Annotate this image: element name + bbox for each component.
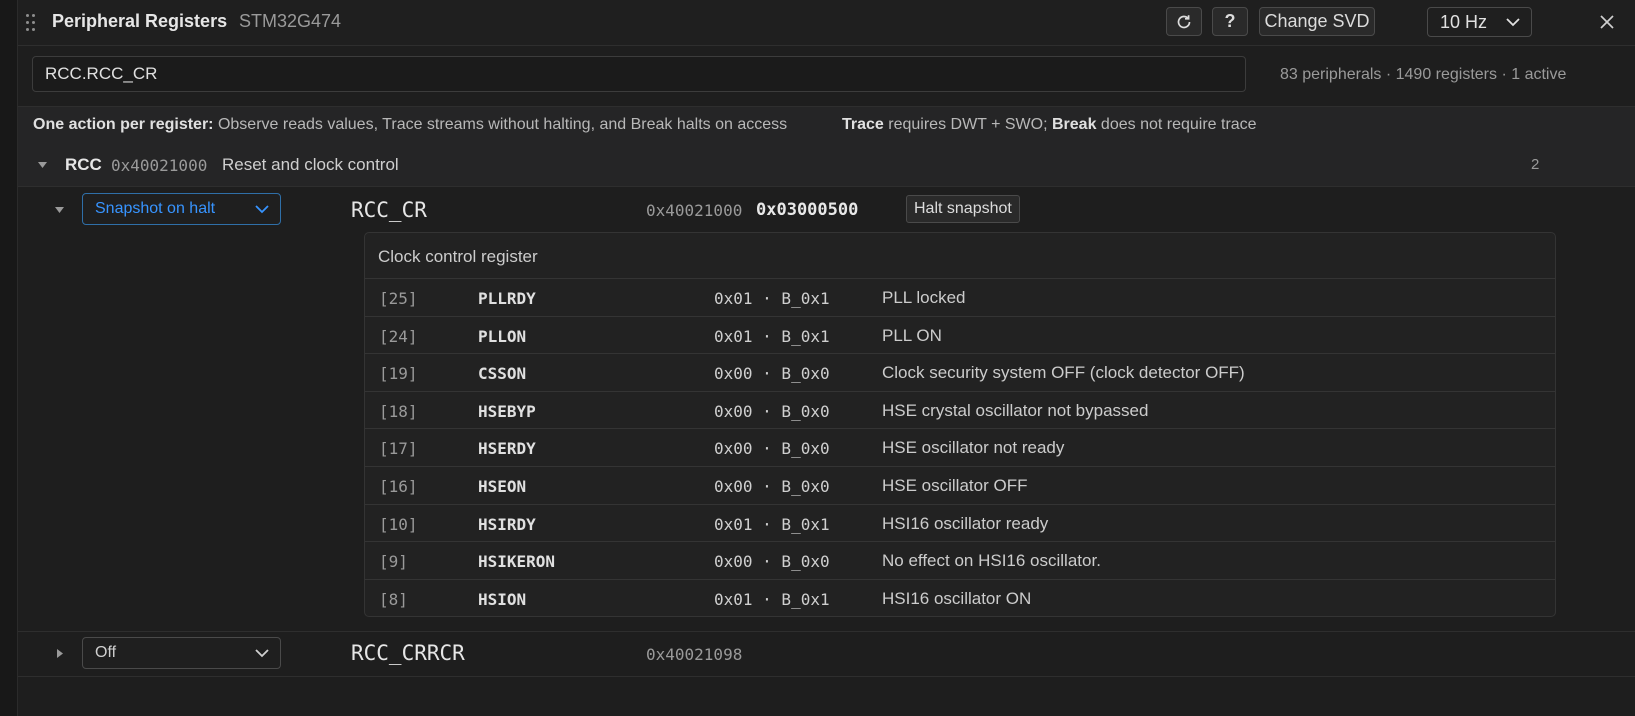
field-description: No effect on HSI16 oscillator.: [882, 551, 1101, 571]
field-name: PLLRDY: [478, 289, 536, 308]
field-bits: [10]: [379, 514, 418, 534]
field-row: [19] CSSON 0x00 · B_0x0 Clock security syst…: [365, 353, 1555, 391]
field-row: [25] PLLRDY 0x01 · B_0x1 PLL locked: [365, 278, 1555, 316]
left-activity-strip: [0, 0, 18, 716]
field-description: HSE oscillator not ready: [882, 438, 1065, 458]
caret-down-icon[interactable]: [38, 161, 47, 169]
field-name: HSERDY: [478, 439, 536, 459]
help-button[interactable]: ?: [1212, 7, 1248, 36]
device-name: STM32G474: [239, 11, 342, 31]
field-name: HSEON: [478, 477, 527, 496]
field-value: 0x01 · B_0x1: [714, 326, 830, 346]
field-row: [9] HSIKERON 0x00 · B_0x0 No effect on HSI1…: [365, 541, 1555, 579]
field-name: HSIKERON: [478, 552, 556, 572]
chevron-down-icon: [255, 205, 269, 214]
field-value: 0x00 · B_0x0: [714, 364, 830, 384]
field-description: HSI16 oscillator ON: [882, 588, 1032, 608]
field-row: [16] HSEON 0x00 · B_0x0 HSE oscillator OFF: [365, 466, 1555, 504]
field-bits: [18]: [379, 401, 418, 421]
register-address: 0x40021098: [646, 645, 743, 664]
field-value: 0x00 · B_0x0: [714, 401, 830, 421]
field-name: HSEBYP: [478, 401, 536, 421]
field-value: 0x01 · B_0x1: [714, 289, 830, 308]
field-row: [17] HSERDY 0x00 · B_0x0 HSE oscillator not…: [365, 428, 1555, 466]
field-value: 0x01 · B_0x1: [714, 589, 830, 609]
register-mode-select[interactable]: Off: [82, 637, 281, 669]
register-mode-value: Snapshot on halt: [95, 200, 216, 217]
field-bits: [9]: [379, 552, 408, 572]
field-row: [24] PLLON 0x01 · B_0x1 PLL ON: [365, 315, 1555, 354]
peripheral-name: RCC: [65, 155, 102, 174]
field-value: 0x00 · B_0x0: [714, 477, 830, 496]
field-name: HSIRDY: [478, 514, 536, 534]
register-value: 0x03000500: [756, 200, 859, 220]
field-bits: [16]: [379, 477, 418, 496]
register-row-rcc-crrcr: Off RCC_CRRCR 0x40021098: [18, 632, 1635, 676]
refresh-icon: [1177, 14, 1191, 28]
register-stats: 83 peripherals · 1490 registers · 1 acti…: [1280, 66, 1567, 83]
field-bits: [17]: [379, 439, 418, 459]
chevron-down-icon: [255, 649, 269, 658]
field-description: HSE oscillator OFF: [882, 476, 1028, 495]
register-search-input[interactable]: RCC.RCC_CR: [32, 56, 1246, 92]
field-name: CSSON: [478, 364, 527, 384]
info-bar: One action per register: Observe reads v…: [18, 106, 1635, 144]
field-bits: [24]: [379, 326, 418, 346]
drag-handle-icon[interactable]: [25, 12, 37, 32]
register-name: RCC_CR: [351, 198, 427, 222]
field-description: Clock security system OFF (clock detecto…: [882, 363, 1245, 383]
caret-down-icon[interactable]: [55, 206, 64, 214]
field-name: PLLON: [478, 326, 527, 346]
field-bits: [25]: [379, 289, 418, 308]
field-row: [18] HSEBYP 0x00 · B_0x0 HSE crystal oscill…: [365, 390, 1555, 429]
field-name: HSION: [478, 589, 527, 609]
field-bits: [8]: [379, 589, 408, 609]
poll-rate-select[interactable]: 10 Hz: [1427, 7, 1532, 37]
field-description: PLL ON: [882, 325, 942, 345]
trace-hint: Trace requires DWT + SWO; Break does not…: [842, 116, 1257, 133]
caret-right-icon[interactable]: [56, 649, 64, 658]
panel-header: Peripheral Registers STM32G474 ? Change …: [18, 0, 1635, 46]
field-value: 0x01 · B_0x1: [714, 514, 830, 534]
peripheral-registers-panel: Peripheral Registers STM32G474 ? Change …: [18, 0, 1635, 716]
field-row: [8] HSION 0x01 · B_0x1 HSI16 oscillator ON: [365, 578, 1555, 617]
halt-snapshot-badge: Halt snapshot: [906, 195, 1020, 223]
field-description: PLL locked: [882, 288, 966, 307]
chevron-down-icon: [1506, 18, 1520, 27]
register-description: Clock control register: [378, 247, 538, 266]
peripheral-address: 0x40021000: [111, 156, 208, 175]
register-mode-select[interactable]: Snapshot on halt: [82, 193, 281, 225]
refresh-button[interactable]: [1166, 7, 1202, 36]
field-value: 0x00 · B_0x0: [714, 439, 830, 459]
register-address: 0x40021000: [646, 201, 743, 220]
register-mode-value: Off: [95, 644, 117, 661]
field-description: HSE crystal oscillator not bypassed: [882, 400, 1149, 420]
field-row: [10] HSIRDY 0x01 · B_0x1 HSI16 oscillator r…: [365, 503, 1555, 542]
panel-title: Peripheral Registers: [52, 11, 228, 31]
search-value: RCC.RCC_CR: [45, 64, 158, 83]
peripheral-row-rcc[interactable]: RCC 0x40021000 Reset and clock control 2: [18, 143, 1635, 187]
field-description: HSI16 oscillator ready: [882, 513, 1049, 533]
action-hint: One action per register: Observe reads v…: [33, 116, 788, 133]
field-bits: [19]: [379, 364, 418, 384]
field-value: 0x00 · B_0x0: [714, 552, 830, 572]
divider: [18, 676, 1635, 677]
peripheral-description: Reset and clock control: [222, 155, 399, 174]
field-table: Clock control register [25] PLLRDY 0x01 · …: [364, 232, 1556, 617]
register-name: RCC_CRRCR: [351, 641, 465, 665]
poll-rate-value: 10 Hz: [1440, 11, 1488, 32]
close-icon[interactable]: [1596, 11, 1618, 33]
peripheral-register-count: 2: [1531, 156, 1540, 173]
change-svd-button[interactable]: Change SVD: [1259, 7, 1375, 36]
